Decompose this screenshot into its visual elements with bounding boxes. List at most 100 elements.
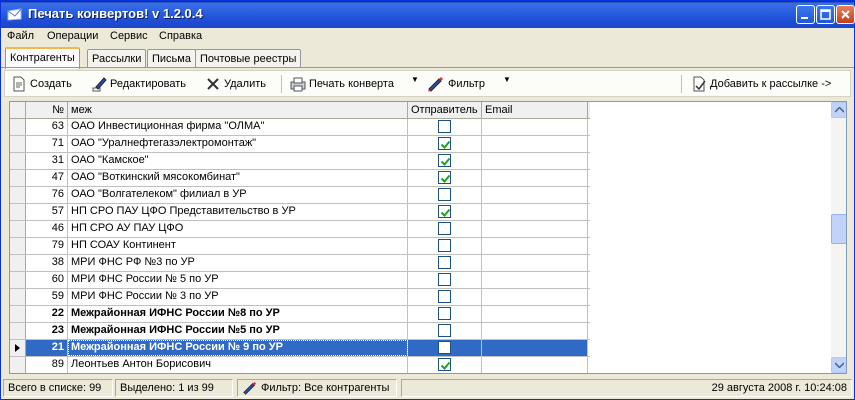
close-button[interactable]	[836, 5, 855, 24]
cell-num[interactable]: 23	[26, 323, 68, 339]
cell-name[interactable]: ОАО "Уралнефтегазэлектромонтаж"	[68, 136, 408, 152]
row-indicator[interactable]	[10, 221, 26, 237]
table-row[interactable]: 47 ОАО "Воткинский мясокомбинат"	[10, 170, 590, 187]
cell-name[interactable]: НП СОАУ Континент	[68, 238, 408, 254]
cell-num[interactable]: 31	[26, 153, 68, 169]
sender-checkbox[interactable]	[438, 341, 451, 354]
cell-email[interactable]	[482, 357, 588, 373]
menu-service[interactable]: Сервис	[110, 30, 148, 42]
cell-email[interactable]	[482, 238, 588, 254]
cell-num[interactable]: 22	[26, 306, 68, 322]
table-row[interactable]: 63 ОАО Инвестиционная фирма "ОЛМА"	[10, 119, 590, 136]
cell-name[interactable]: ОАО Инвестиционная фирма "ОЛМА"	[68, 119, 408, 135]
sender-checkbox[interactable]	[438, 324, 451, 337]
row-indicator[interactable]	[10, 289, 26, 305]
cell-email[interactable]	[482, 340, 588, 356]
menu-file[interactable]: Файл	[7, 30, 34, 42]
vertical-scrollbar[interactable]	[831, 102, 846, 373]
delete-button[interactable]: Удалить	[205, 74, 266, 94]
tab-contractors[interactable]: Контрагенты	[5, 47, 80, 69]
cell-num[interactable]: 60	[26, 272, 68, 288]
table-row[interactable]: 59 МРИ ФНС России № 3 по УР	[10, 289, 590, 306]
sender-checkbox[interactable]	[438, 307, 451, 320]
cell-num[interactable]: 76	[26, 187, 68, 203]
create-button[interactable]: Создать	[11, 74, 72, 94]
row-indicator[interactable]	[10, 136, 26, 152]
header-sender[interactable]: Отправитель	[408, 102, 482, 119]
cell-num[interactable]: 79	[26, 238, 68, 254]
contractors-grid[interactable]: № меж Отправитель Email 63 ОАО Инвестицио…	[9, 101, 847, 374]
cell-num[interactable]: 63	[26, 119, 68, 135]
row-indicator[interactable]	[10, 119, 26, 135]
table-row[interactable]: 38 МРИ ФНС РФ №3 по УР	[10, 255, 590, 272]
cell-email[interactable]	[482, 170, 588, 186]
cell-name[interactable]: Межрайонная ИФНС России № 9 по УР	[68, 340, 408, 356]
cell-email[interactable]	[482, 204, 588, 220]
cell-name[interactable]: Леонтьев Антон Борисович	[68, 357, 408, 373]
header-num[interactable]: №	[26, 102, 68, 119]
cell-email[interactable]	[482, 255, 588, 271]
print-dropdown-arrow[interactable]: ▼	[411, 75, 419, 84]
cell-num[interactable]: 46	[26, 221, 68, 237]
cell-email[interactable]	[482, 272, 588, 288]
row-indicator[interactable]	[10, 204, 26, 220]
cell-name[interactable]: МРИ ФНС России № 3 по УР	[68, 289, 408, 305]
cell-num[interactable]: 21	[26, 340, 68, 356]
row-indicator[interactable]	[10, 306, 26, 322]
print-envelope-button[interactable]: Печать конверта	[290, 74, 394, 94]
header-name[interactable]: меж	[68, 102, 408, 119]
tab-postal-registers[interactable]: Почтовые реестры	[195, 49, 302, 68]
table-row[interactable]: 22 Межрайонная ИФНС России №8 по УР	[10, 306, 590, 323]
scroll-up-button[interactable]	[831, 102, 846, 118]
filter-button[interactable]: Фильтр	[427, 74, 485, 94]
sender-checkbox[interactable]	[438, 239, 451, 252]
table-row[interactable]: 46 НП СРО АУ ПАУ ЦФО	[10, 221, 590, 238]
table-row[interactable]: 57 НП СРО ПАУ ЦФО Представительство в УР	[10, 204, 590, 221]
title-bar[interactable]: Печать конвертов! v 1.2.0.4	[1, 1, 855, 28]
table-row[interactable]: 76 ОАО "Волгателеком" филиал в УР	[10, 187, 590, 204]
sender-checkbox[interactable]	[438, 222, 451, 235]
row-indicator[interactable]	[10, 340, 26, 356]
cell-num[interactable]: 57	[26, 204, 68, 220]
table-row[interactable]: 21 Межрайонная ИФНС России № 9 по УР	[10, 340, 590, 357]
cell-num[interactable]: 47	[26, 170, 68, 186]
edit-button[interactable]: Редактировать	[91, 74, 186, 94]
sender-checkbox[interactable]	[438, 154, 451, 167]
sender-checkbox[interactable]	[438, 358, 451, 371]
cell-num[interactable]: 38	[26, 255, 68, 271]
cell-email[interactable]	[482, 187, 588, 203]
cell-email[interactable]	[482, 306, 588, 322]
sender-checkbox[interactable]	[438, 171, 451, 184]
cell-email[interactable]	[482, 323, 588, 339]
cell-name[interactable]: НП СРО ПАУ ЦФО Представительство в УР	[68, 204, 408, 220]
maximize-button[interactable]	[816, 5, 835, 24]
cell-name[interactable]: МРИ ФНС РФ №3 по УР	[68, 255, 408, 271]
sender-checkbox[interactable]	[438, 137, 451, 150]
row-indicator[interactable]	[10, 153, 26, 169]
table-row[interactable]: 71 ОАО "Уралнефтегазэлектромонтаж"	[10, 136, 590, 153]
table-row[interactable]: 31 ОАО "Камское"	[10, 153, 590, 170]
cell-email[interactable]	[482, 119, 588, 135]
table-row[interactable]: 60 МРИ ФНС России № 5 по УР	[10, 272, 590, 289]
menu-help[interactable]: Справка	[159, 30, 202, 42]
sender-checkbox[interactable]	[438, 205, 451, 218]
table-row[interactable]: 23 Межрайонная ИФНС России №5 по УР	[10, 323, 590, 340]
row-indicator[interactable]	[10, 170, 26, 186]
cell-name[interactable]: МРИ ФНС России № 5 по УР	[68, 272, 408, 288]
cell-num[interactable]: 71	[26, 136, 68, 152]
row-indicator[interactable]	[10, 238, 26, 254]
cell-email[interactable]	[482, 221, 588, 237]
table-row[interactable]: 89 Леонтьев Антон Борисович	[10, 357, 590, 373]
scroll-thumb[interactable]	[831, 214, 846, 244]
sender-checkbox[interactable]	[438, 256, 451, 269]
sender-checkbox[interactable]	[438, 188, 451, 201]
cell-num[interactable]: 89	[26, 357, 68, 373]
cell-name[interactable]: ОАО "Волгателеком" филиал в УР	[68, 187, 408, 203]
cell-email[interactable]	[482, 136, 588, 152]
sender-checkbox[interactable]	[438, 120, 451, 133]
tab-mailings[interactable]: Рассылки	[87, 49, 147, 68]
scroll-down-button[interactable]	[831, 357, 846, 373]
sender-checkbox[interactable]	[438, 273, 451, 286]
cell-name[interactable]: ОАО "Воткинский мясокомбинат"	[68, 170, 408, 186]
row-indicator[interactable]	[10, 255, 26, 271]
